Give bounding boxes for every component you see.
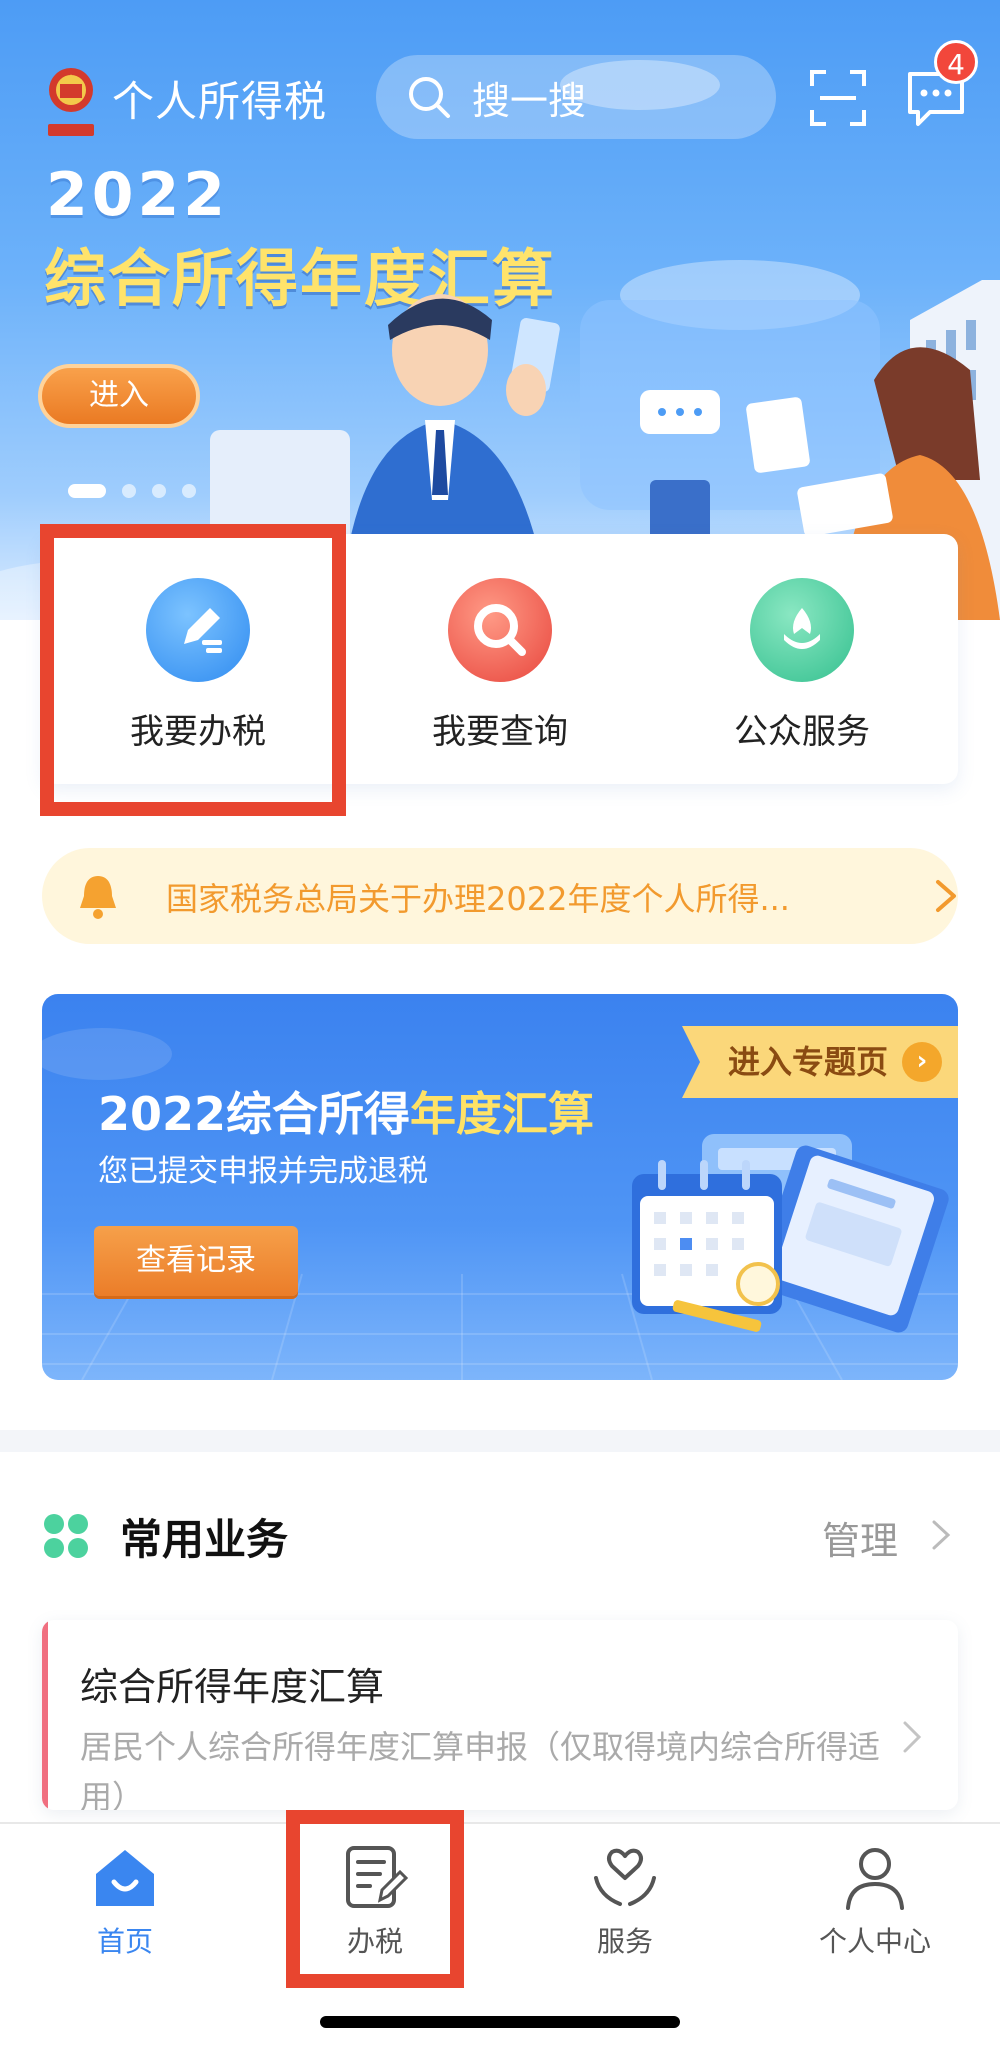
carousel-dot[interactable] xyxy=(182,484,196,498)
notice-bar[interactable]: 国家税务总局关于办理2022年度个人所得... xyxy=(42,848,958,944)
clover-grid-icon xyxy=(44,1514,88,1558)
business-item[interactable]: 综合所得年度汇算 居民个人综合所得年度汇算申报（仅取得境内综合所得适用） xyxy=(42,1620,958,1810)
search-placeholder: 搜一搜 xyxy=(472,78,587,123)
tab-profile[interactable]: 个人中心 xyxy=(750,1844,1000,1964)
topic-page-label: 进入专题页 xyxy=(728,1043,889,1081)
quick-action-label: 我要查询 xyxy=(432,712,568,752)
banner-year: 2022 xyxy=(46,160,229,230)
app-title: 个人所得税 xyxy=(112,77,328,126)
manage-link[interactable]: 管理 xyxy=(822,1510,898,1565)
section-title: 常用业务 xyxy=(120,1515,289,1564)
chevron-right-icon xyxy=(932,1520,951,1550)
highlight-box xyxy=(286,1810,464,1988)
annual-settlement-card[interactable]: 进入专题页 › 2022综合所得年度汇算 您已提交申报并完成退税 查看记录 xyxy=(42,994,958,1380)
highlight-box xyxy=(40,524,346,816)
section-divider xyxy=(0,1430,1000,1452)
tab-service[interactable]: 服务 xyxy=(500,1844,750,1964)
banner-enter-button[interactable]: 进入 xyxy=(38,364,200,428)
quick-action-query[interactable]: 我要查询 xyxy=(350,534,650,784)
tab-home[interactable]: 首页 xyxy=(0,1844,250,1964)
home-indicator[interactable] xyxy=(320,2016,680,2028)
business-item-title: 综合所得年度汇算 xyxy=(80,1665,385,1709)
tab-label: 首页 xyxy=(96,1925,153,1958)
carousel-dot[interactable] xyxy=(122,484,136,498)
top-bar: 个人所得税 搜一搜 4 xyxy=(0,40,1000,150)
tab-label: 服务 xyxy=(596,1925,653,1958)
view-records-button[interactable]: 查看记录 xyxy=(94,1226,298,1296)
home-icon xyxy=(96,1850,154,1906)
promo-title-prefix: 2022综合所得 xyxy=(98,1087,411,1141)
person-icon xyxy=(846,1848,904,1910)
magnifier-icon xyxy=(448,578,552,682)
chevron-right-icon xyxy=(936,880,956,912)
promo-subtitle: 您已提交申报并完成退税 xyxy=(98,1154,428,1189)
message-badge: 4 xyxy=(934,40,978,84)
carousel-dot[interactable] xyxy=(68,484,106,498)
scan-icon[interactable] xyxy=(808,68,868,128)
chevron-right-icon: › xyxy=(902,1042,942,1082)
promo-title: 2022综合所得年度汇算 xyxy=(98,1078,594,1144)
flower-hand-icon xyxy=(750,578,854,682)
heart-hands-icon xyxy=(594,1848,656,1906)
accent-bar xyxy=(42,1620,48,1810)
topic-page-tag[interactable]: 进入专题页 › xyxy=(682,1026,958,1098)
tax-emblem-icon xyxy=(48,68,94,136)
quick-action-public-service[interactable]: 公众服务 xyxy=(652,534,952,784)
tab-label: 个人中心 xyxy=(818,1925,931,1958)
search-bar[interactable]: 搜一搜 xyxy=(376,55,776,139)
search-icon xyxy=(409,77,450,118)
bottom-tab-bar: 首页 办税 服务 个人中心 xyxy=(0,1822,1000,2048)
calendar-document-illustration xyxy=(632,1134,949,1333)
quick-action-label: 公众服务 xyxy=(734,712,870,752)
business-item-description: 居民个人综合所得年度汇算申报（仅取得境内综合所得适用） xyxy=(80,1728,881,1810)
chevron-right-icon xyxy=(903,1721,922,1753)
carousel-dot[interactable] xyxy=(152,484,166,498)
notice-text: 国家税务总局关于办理2022年度个人所得... xyxy=(166,880,790,918)
bell-icon xyxy=(80,876,116,919)
